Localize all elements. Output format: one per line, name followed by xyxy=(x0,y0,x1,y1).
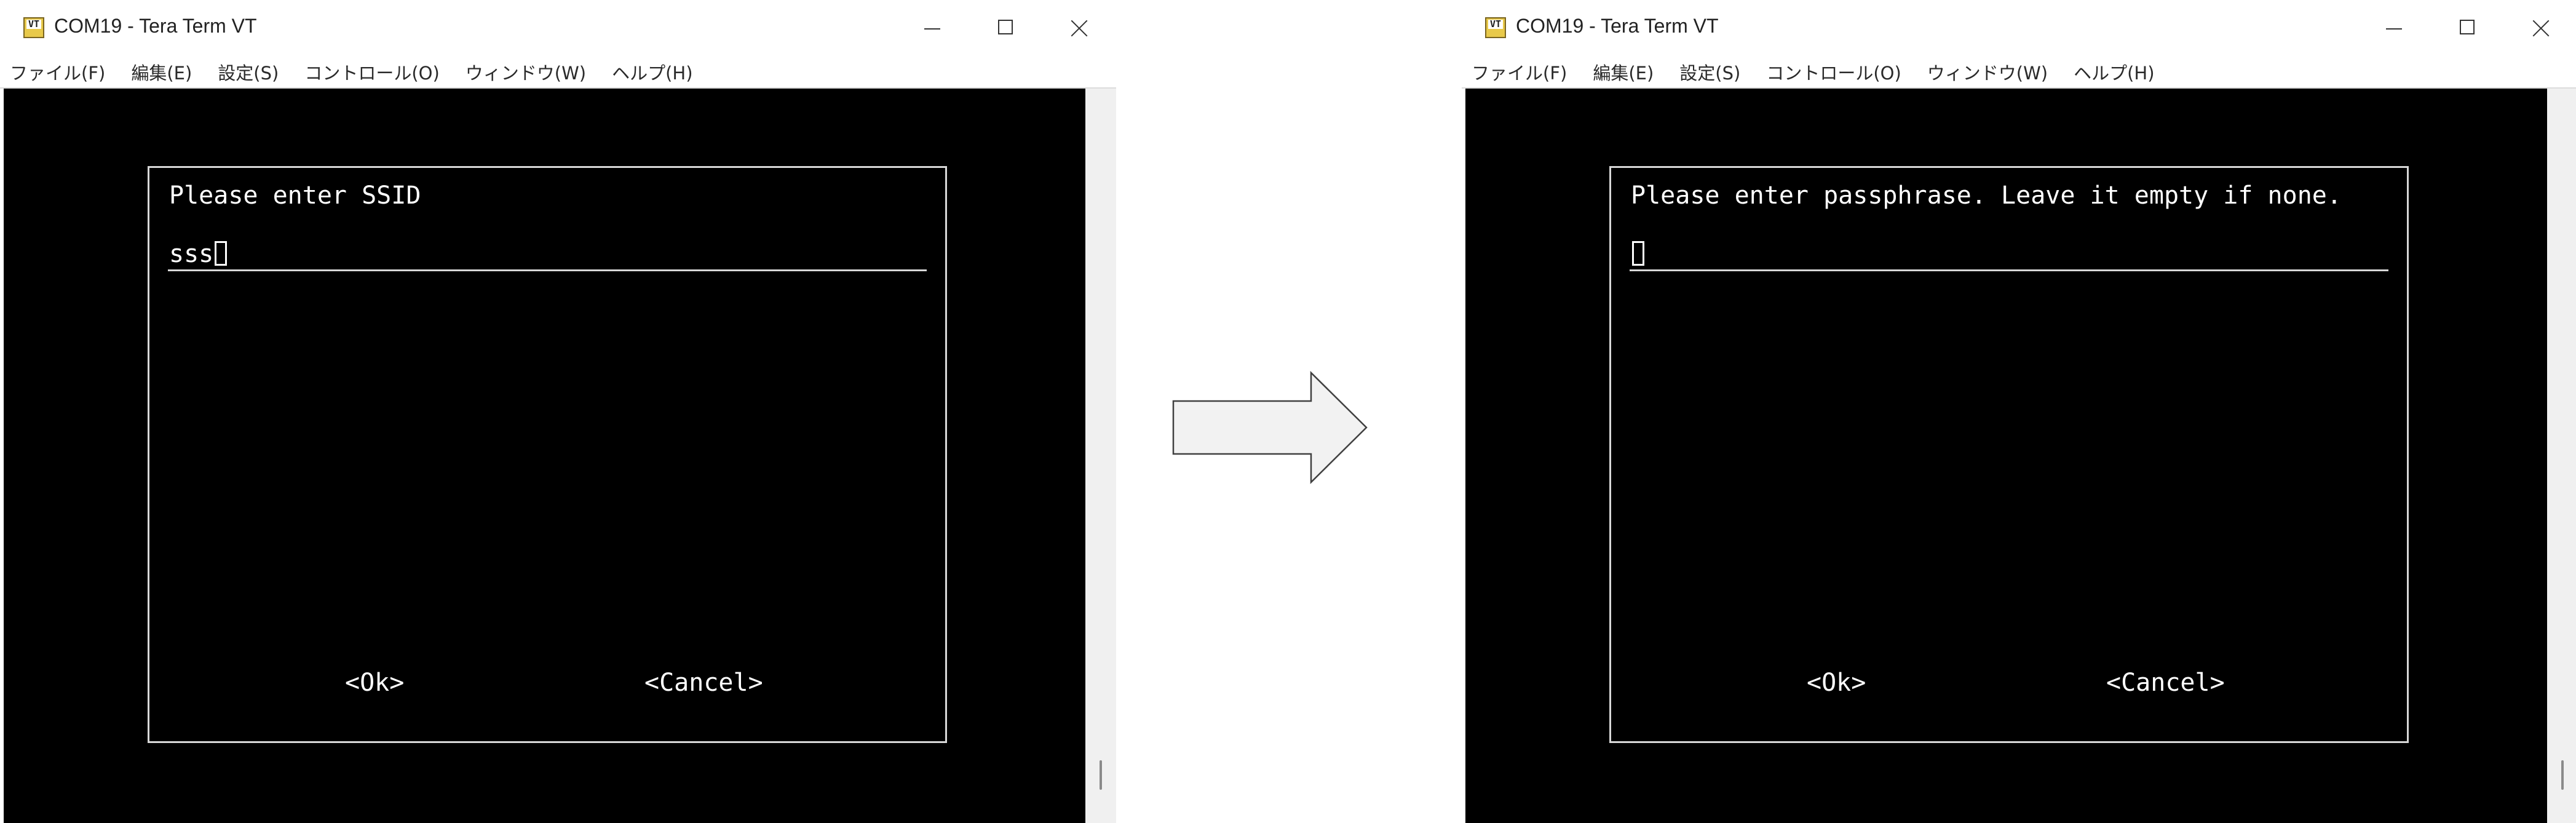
menu-setup[interactable]: 設定(S) xyxy=(218,59,279,85)
menu-file[interactable]: ファイル(F) xyxy=(10,59,105,85)
title-bar[interactable]: VT COM19 - Tera Term VT xyxy=(0,0,1116,57)
terminal-window-ssid: VT COM19 - Tera Term VT ファイル(F) 編集(E) 設定… xyxy=(0,0,1116,823)
menu-setup[interactable]: 設定(S) xyxy=(1679,59,1740,85)
terminal-window-passphrase: VT COM19 - Tera Term VT ファイル(F) 編集(E) 設定… xyxy=(1462,0,2576,823)
window-title: COM19 - Tera Term VT xyxy=(1516,15,1719,37)
menu-control[interactable]: コントロール(O) xyxy=(1766,59,1901,85)
vertical-scrollbar[interactable] xyxy=(2547,89,2576,823)
cancel-button[interactable]: <Cancel> xyxy=(644,669,763,697)
title-bar[interactable]: VT COM19 - Tera Term VT xyxy=(1462,0,2576,57)
vertical-scrollbar[interactable] xyxy=(1085,89,1116,823)
vt-icon-label: VT xyxy=(1488,20,1503,29)
cancel-button[interactable]: <Cancel> xyxy=(2106,669,2225,697)
text-cursor xyxy=(215,241,228,266)
scrollbar-thumb[interactable] xyxy=(1100,760,1102,790)
ok-button[interactable]: <Ok> xyxy=(345,669,404,697)
menu-help[interactable]: ヘルプ(H) xyxy=(612,59,692,85)
menu-help[interactable]: ヘルプ(H) xyxy=(2074,59,2154,85)
menu-window[interactable]: ウィンドウ(W) xyxy=(1927,59,2048,85)
scrollbar-thumb[interactable] xyxy=(2561,760,2564,790)
right-arrow-icon xyxy=(1172,371,1368,484)
maximize-icon[interactable] xyxy=(969,6,1042,49)
menu-edit[interactable]: 編集(E) xyxy=(131,59,192,85)
menu-bar: ファイル(F) 編集(E) 設定(S) コントロール(O) ウィンドウ(W) ヘ… xyxy=(1462,57,2576,89)
terminal-area[interactable]: Please enter passphrase. Leave it empty … xyxy=(1465,89,2547,823)
ssid-dialog: Please enter SSID sss <Ok> <Cancel> xyxy=(148,166,947,743)
maximize-icon[interactable] xyxy=(2430,6,2504,49)
ssid-input[interactable]: sss xyxy=(168,239,927,271)
menu-edit[interactable]: 編集(E) xyxy=(1593,59,1654,85)
minimize-icon[interactable] xyxy=(895,6,969,49)
arrow-shape xyxy=(1172,371,1368,484)
dialog-prompt: Please enter passphrase. Leave it empty … xyxy=(1631,181,2342,210)
menu-bar: ファイル(F) 編集(E) 設定(S) コントロール(O) ウィンドウ(W) ヘ… xyxy=(0,57,1116,89)
dialog-prompt: Please enter SSID xyxy=(169,181,421,210)
terminal-area[interactable]: Please enter SSID sss <Ok> <Cancel> xyxy=(4,89,1085,823)
tera-term-vt-icon: VT xyxy=(23,17,44,38)
menu-file[interactable]: ファイル(F) xyxy=(1472,59,1567,85)
input-value: sss xyxy=(169,240,214,268)
minimize-icon[interactable] xyxy=(2356,6,2430,49)
tera-term-vt-icon: VT xyxy=(1485,17,1506,38)
ok-button[interactable]: <Ok> xyxy=(1807,669,1866,697)
text-cursor xyxy=(1632,241,1644,266)
close-icon[interactable] xyxy=(1042,6,1116,49)
menu-window[interactable]: ウィンドウ(W) xyxy=(466,59,586,85)
window-title: COM19 - Tera Term VT xyxy=(54,15,257,37)
vt-icon-label: VT xyxy=(26,20,41,29)
input-field-text xyxy=(1631,239,1644,269)
passphrase-dialog: Please enter passphrase. Leave it empty … xyxy=(1609,166,2409,743)
close-icon[interactable] xyxy=(2504,6,2576,49)
passphrase-input[interactable] xyxy=(1630,239,2388,271)
input-field-text: sss xyxy=(169,239,228,269)
menu-control[interactable]: コントロール(O) xyxy=(304,59,439,85)
